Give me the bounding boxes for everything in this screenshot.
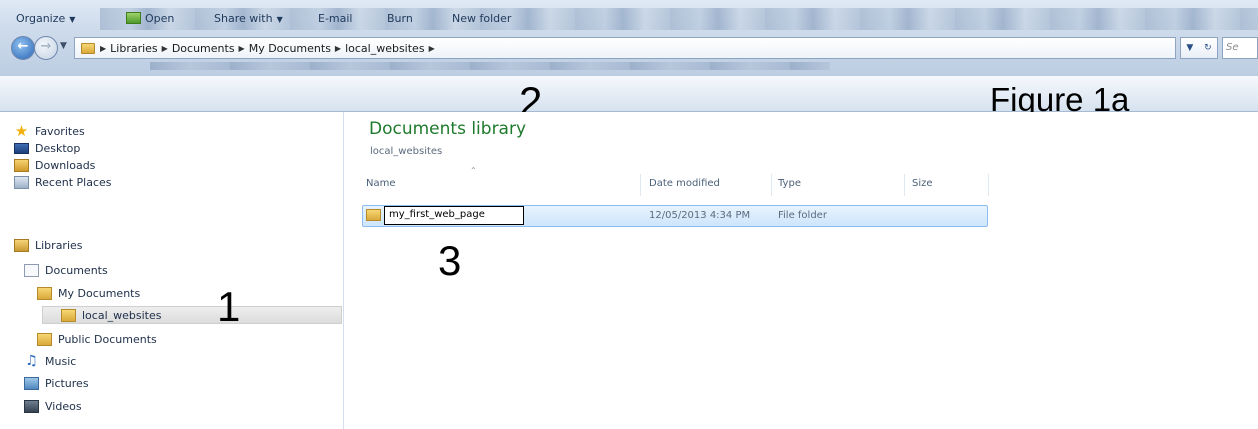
open-button[interactable]: Open — [126, 12, 174, 25]
refresh-icon[interactable]: ↻ — [1204, 43, 1212, 53]
desktop-icon — [14, 142, 29, 154]
nav-my-documents-label: My Documents — [58, 286, 141, 300]
chevron-right-icon[interactable]: ▶ — [335, 44, 341, 53]
email-button[interactable]: E-mail — [318, 12, 353, 25]
nav-music-label: Music — [45, 354, 77, 368]
folder-icon — [37, 332, 52, 346]
nav-favorites[interactable]: ★ Favorites — [14, 122, 85, 140]
nav-my-documents[interactable]: My Documents — [37, 284, 140, 302]
nav-pictures-label: Pictures — [45, 376, 89, 390]
folder-icon — [61, 308, 76, 322]
address-bar[interactable]: ▶ Libraries ▶ Documents ▶ My Documents ▶… — [74, 37, 1176, 59]
recent-pages-dropdown-icon[interactable]: ▼ — [60, 41, 67, 51]
breadcrumb-local-websites[interactable]: local_websites — [345, 42, 424, 55]
chevron-right-icon[interactable]: ▶ — [100, 44, 106, 53]
forward-arrow-icon: → — [40, 39, 52, 54]
row-date-modified: 12/05/2013 4:34 PM — [649, 210, 751, 221]
open-icon — [126, 12, 141, 24]
rename-input[interactable]: my_first_web_page — [384, 206, 524, 225]
breadcrumb-documents[interactable]: Documents — [172, 42, 235, 55]
column-divider[interactable] — [988, 174, 989, 196]
back-button[interactable]: ← — [11, 36, 35, 60]
nav-favorites-label: Favorites — [35, 124, 85, 138]
column-header-size[interactable]: Size — [912, 178, 933, 189]
nav-downloads[interactable]: Downloads — [14, 156, 95, 174]
library-title: Documents library — [369, 119, 527, 139]
sort-ascending-icon: ⌃ — [470, 166, 477, 175]
library-subtitle: local_websites — [370, 146, 443, 157]
dropdown-arrow-icon: ▼ — [276, 15, 283, 24]
nav-music[interactable]: ♫ Music — [24, 352, 76, 370]
burn-button[interactable]: Burn — [387, 12, 413, 25]
nav-downloads-label: Downloads — [35, 158, 96, 172]
nav-documents-label: Documents — [45, 263, 108, 277]
breadcrumb-my-documents[interactable]: My Documents — [249, 42, 331, 55]
organize-button[interactable]: Organize ▼ — [16, 12, 75, 25]
share-with-label: Share with — [214, 12, 273, 25]
folder-icon — [366, 209, 381, 221]
folder-icon — [81, 42, 95, 54]
column-divider[interactable] — [771, 174, 772, 196]
column-header-name[interactable]: Name — [366, 178, 396, 189]
nav-public-documents[interactable]: Public Documents — [37, 330, 157, 348]
nav-documents[interactable]: Documents — [24, 261, 108, 279]
nav-public-documents-label: Public Documents — [58, 332, 157, 346]
blurred-taskbar-strip — [150, 62, 830, 70]
column-divider[interactable] — [904, 174, 905, 196]
back-arrow-icon: ← — [17, 39, 29, 54]
new-folder-button[interactable]: New folder — [452, 12, 511, 25]
nav-videos-label: Videos — [45, 399, 82, 413]
nav-desktop-label: Desktop — [35, 141, 81, 155]
nav-local-websites-label: local_websites — [82, 308, 162, 322]
address-controls: ▼ ↻ — [1180, 37, 1218, 59]
nav-local-websites[interactable]: local_websites — [42, 306, 342, 324]
annotation-step-1: 1 — [217, 283, 241, 330]
chevron-right-icon[interactable]: ▶ — [162, 44, 168, 53]
open-label: Open — [145, 12, 175, 25]
nav-recent-places-label: Recent Places — [35, 175, 112, 189]
nav-libraries[interactable]: Libraries — [14, 236, 83, 254]
nav-pictures[interactable]: Pictures — [24, 374, 89, 392]
recent-places-icon — [14, 175, 29, 189]
breadcrumb-libraries[interactable]: Libraries — [110, 42, 158, 55]
share-with-button[interactable]: Share with ▼ — [214, 12, 283, 25]
chevron-right-icon[interactable]: ▶ — [239, 44, 245, 53]
column-header-date-modified[interactable]: Date modified — [649, 178, 720, 189]
address-dropdown-icon[interactable]: ▼ — [1186, 43, 1193, 53]
chevron-right-icon[interactable]: ▶ — [429, 44, 435, 53]
organize-label: Organize — [16, 12, 66, 25]
content-pane — [345, 112, 1258, 429]
dropdown-arrow-icon: ▼ — [69, 15, 76, 24]
nav-videos[interactable]: Videos — [24, 397, 82, 415]
search-input[interactable]: Se — [1222, 37, 1258, 59]
pictures-icon — [24, 376, 39, 390]
folder-icon — [37, 286, 52, 300]
forward-button[interactable]: → — [34, 36, 58, 60]
videos-icon — [24, 399, 39, 413]
documents-icon — [24, 263, 39, 277]
column-divider[interactable] — [640, 174, 641, 196]
star-icon: ★ — [14, 121, 29, 140]
row-type: File folder — [778, 210, 827, 221]
column-header-type[interactable]: Type — [778, 178, 801, 189]
nav-desktop[interactable]: Desktop — [14, 139, 80, 157]
libraries-icon — [14, 238, 29, 252]
nav-recent-places[interactable]: Recent Places — [14, 173, 112, 191]
nav-libraries-label: Libraries — [35, 238, 83, 252]
music-note-icon: ♫ — [25, 352, 38, 369]
annotation-step-3: 3 — [438, 237, 462, 284]
downloads-icon — [14, 158, 29, 172]
